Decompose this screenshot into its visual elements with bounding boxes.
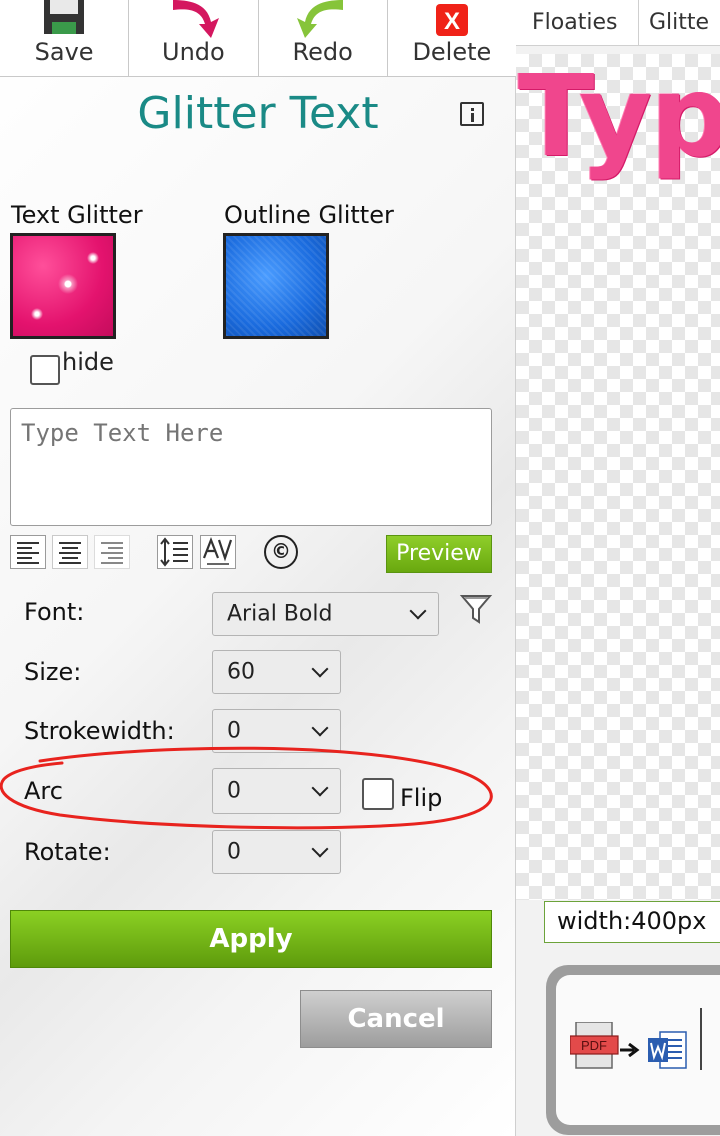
tab-glitter[interactable]: Glitte <box>639 0 720 45</box>
arc-label: Arc <box>24 777 63 805</box>
rotate-select[interactable]: 0 <box>212 830 341 874</box>
preview-canvas[interactable]: Typ <box>516 54 720 900</box>
copyright-button[interactable]: © <box>264 535 298 569</box>
preview-button[interactable]: Preview <box>386 535 492 573</box>
save-label: Save <box>34 38 94 66</box>
letter-spacing-icon <box>202 536 233 565</box>
pdf-file-icon: PDF <box>570 1022 619 1069</box>
right-tab-bar: Floaties Glitte <box>516 0 720 46</box>
redo-arrow-icon <box>296 0 343 38</box>
redo-label: Redo <box>292 38 353 66</box>
strokewidth-select[interactable]: 0 <box>212 709 341 753</box>
rotate-label: Rotate: <box>24 838 111 866</box>
delete-icon-glyph: X <box>444 8 460 35</box>
delete-label: Delete <box>412 38 492 66</box>
font-label: Font: <box>24 598 85 626</box>
delete-button[interactable]: X Delete <box>388 0 516 76</box>
align-left-button[interactable] <box>10 535 46 569</box>
strokewidth-select-value: 0 <box>227 718 241 744</box>
canvas-glitter-text[interactable]: Typ <box>518 54 720 182</box>
letter-spacing-button[interactable] <box>200 535 236 569</box>
toolbar: Save Undo Redo X Delete <box>0 0 516 77</box>
save-button[interactable]: Save <box>0 0 130 76</box>
tab-floaties[interactable]: Floaties <box>516 0 639 45</box>
font-select-value: Arial Bold <box>227 601 333 627</box>
floppy-disk-icon <box>44 0 85 34</box>
size-label: Size: <box>24 658 82 686</box>
undo-button[interactable]: Undo <box>129 0 259 76</box>
chevron-down-icon <box>311 719 329 737</box>
arrow-right-icon <box>620 1043 640 1057</box>
filter-icon[interactable] <box>459 592 493 626</box>
pdf-icon-text: PDF <box>581 1038 607 1053</box>
text-input[interactable] <box>10 408 492 526</box>
align-right-button[interactable] <box>94 535 130 569</box>
chevron-down-icon <box>409 602 427 620</box>
canvas-area: Floaties Glitte Typ width:400px PDF <box>516 0 720 1136</box>
width-field[interactable]: width:400px <box>544 901 720 943</box>
text-glitter-swatch[interactable] <box>10 233 116 339</box>
chevron-down-icon <box>311 660 329 678</box>
size-select-value: 60 <box>227 659 255 685</box>
apply-button[interactable]: Apply <box>10 910 492 968</box>
outline-glitter-label: Outline Glitter <box>224 201 394 229</box>
rotate-select-value: 0 <box>227 839 241 865</box>
glitter-text-panel: Save Undo Redo X Delete Glitter Text Tex… <box>0 0 516 1136</box>
size-select[interactable]: 60 <box>212 650 341 694</box>
arc-select-value: 0 <box>227 778 241 804</box>
chevron-down-icon <box>311 840 329 858</box>
undo-arrow-icon <box>173 0 220 38</box>
delete-x-icon: X <box>435 4 468 36</box>
arc-select[interactable]: 0 <box>212 768 341 814</box>
info-icon[interactable] <box>460 102 484 126</box>
page-title: Glitter Text <box>137 88 379 139</box>
flip-label: Flip <box>400 784 443 812</box>
chevron-down-icon <box>311 779 329 797</box>
cancel-button[interactable]: Cancel <box>300 990 492 1048</box>
hide-checkbox[interactable] <box>30 355 60 385</box>
align-center-button[interactable] <box>52 535 88 569</box>
align-right-icon <box>101 542 123 564</box>
align-left-icon <box>17 542 39 564</box>
redo-button[interactable]: Redo <box>259 0 388 76</box>
line-spacing-button[interactable] <box>157 535 193 569</box>
flip-checkbox[interactable] <box>362 778 394 810</box>
font-select[interactable]: Arial Bold <box>212 592 439 636</box>
hide-label: hide <box>62 348 114 376</box>
undo-label: Undo <box>162 38 225 66</box>
align-center-icon <box>59 542 81 564</box>
line-spacing-icon <box>160 537 188 567</box>
strokewidth-label: Strokewidth: <box>24 717 175 745</box>
outline-glitter-swatch[interactable] <box>223 233 329 339</box>
promo-divider <box>700 1008 702 1070</box>
text-glitter-label: Text Glitter <box>11 201 143 229</box>
word-file-icon <box>648 1031 687 1069</box>
